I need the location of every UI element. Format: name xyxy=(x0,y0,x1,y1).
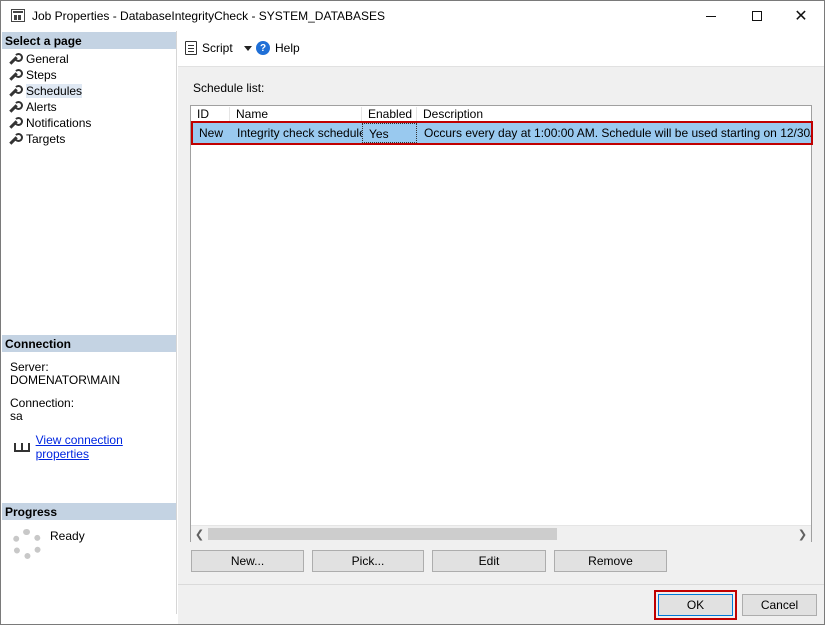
progress-status: Ready xyxy=(50,529,85,543)
page-item-label: Alerts xyxy=(26,100,57,114)
remove-schedule-button[interactable]: Remove xyxy=(554,550,667,572)
window-app-icon xyxy=(11,9,25,22)
scroll-right-icon[interactable]: ❯ xyxy=(794,526,811,542)
help-icon: ? xyxy=(256,41,270,55)
view-connection-properties[interactable]: View connection properties xyxy=(12,433,176,461)
schedule-grid[interactable]: ID Name Enabled Description New Integrit… xyxy=(190,105,813,542)
server-value: DOMENATOR\MAIN xyxy=(10,373,121,387)
connection-label: Connection: xyxy=(10,396,75,410)
scroll-thumb[interactable] xyxy=(208,528,557,540)
plug-icon xyxy=(12,440,30,454)
column-header-id[interactable]: ID xyxy=(191,107,230,122)
page-item-label: General xyxy=(26,52,69,66)
script-label: Script xyxy=(202,41,233,55)
page-item-label: Targets xyxy=(26,132,66,146)
connection-info: Server: DOMENATOR\MAIN Connection: sa xyxy=(10,361,120,423)
cell-id: New xyxy=(199,126,224,140)
dialog-button-bar: OK Cancel xyxy=(178,584,824,624)
window-title: Job Properties - DatabaseIntegrityCheck … xyxy=(32,9,386,23)
table-row[interactable]: New Integrity check schedule Yes Occurs … xyxy=(191,123,811,144)
schedule-list-label: Schedule list: xyxy=(193,81,265,95)
minimize-button[interactable] xyxy=(688,1,734,31)
page-item-targets[interactable]: Targets xyxy=(8,131,91,147)
cell-description: Occurs every day at 1:00:00 AM. Schedule… xyxy=(424,126,811,140)
help-label: Help xyxy=(275,41,300,55)
page-item-steps[interactable]: Steps xyxy=(8,67,91,83)
edit-schedule-button[interactable]: Edit xyxy=(432,550,546,572)
connection-header: Connection xyxy=(2,335,176,352)
column-header-name[interactable]: Name xyxy=(230,107,362,122)
maximize-icon xyxy=(752,11,762,21)
left-pane: Select a page General Steps Schedules Al… xyxy=(2,31,177,614)
wrench-icon xyxy=(8,85,23,97)
wrench-icon xyxy=(8,117,23,129)
column-header-enabled[interactable]: Enabled xyxy=(362,107,417,122)
wrench-icon xyxy=(8,133,23,145)
close-icon: ✕ xyxy=(794,8,808,25)
progress-header: Progress xyxy=(2,503,176,520)
script-icon xyxy=(185,41,197,55)
ok-button[interactable]: OK xyxy=(658,594,733,616)
page-item-alerts[interactable]: Alerts xyxy=(8,99,91,115)
connection-value: sa xyxy=(10,409,23,423)
view-connection-properties-link[interactable]: View connection properties xyxy=(36,433,176,461)
cell-name: Integrity check schedule xyxy=(237,126,362,140)
scroll-left-icon[interactable]: ❮ xyxy=(191,526,208,542)
close-button[interactable]: ✕ xyxy=(778,1,824,31)
cancel-button[interactable]: Cancel xyxy=(742,594,817,616)
chevron-down-icon[interactable] xyxy=(243,45,252,51)
wrench-icon xyxy=(8,69,23,81)
maximize-button[interactable] xyxy=(734,1,780,31)
page-list: General Steps Schedules Alerts Notificat… xyxy=(8,51,91,147)
wrench-icon xyxy=(8,53,23,65)
page-item-label: Notifications xyxy=(26,116,92,130)
page-item-schedules[interactable]: Schedules xyxy=(8,83,91,99)
column-header-description[interactable]: Description xyxy=(417,107,811,122)
page-item-notifications[interactable]: Notifications xyxy=(8,115,91,131)
job-properties-window: Job Properties - DatabaseIntegrityCheck … xyxy=(0,0,825,625)
horizontal-scrollbar[interactable]: ❮ ❯ xyxy=(191,525,811,542)
title-bar: Job Properties - DatabaseIntegrityCheck … xyxy=(1,1,824,31)
page-item-label: Schedules xyxy=(26,84,83,98)
help-button[interactable]: ? Help xyxy=(256,41,300,55)
minimize-icon xyxy=(706,15,716,17)
cell-enabled[interactable]: Yes xyxy=(362,123,417,143)
wrench-icon xyxy=(8,101,23,113)
page-item-general[interactable]: General xyxy=(8,51,91,67)
page-item-label: Steps xyxy=(26,68,57,82)
schedules-page: Script ? Help Schedule list: ID Name Ena… xyxy=(178,31,824,584)
pick-schedule-button[interactable]: Pick... xyxy=(312,550,424,572)
new-schedule-button[interactable]: New... xyxy=(191,550,304,572)
progress-spinner-icon xyxy=(12,529,42,559)
grid-header: ID Name Enabled Description xyxy=(191,106,811,122)
script-button[interactable]: Script xyxy=(185,41,252,55)
select-page-header: Select a page xyxy=(2,32,176,49)
toolbar: Script ? Help xyxy=(178,31,824,67)
